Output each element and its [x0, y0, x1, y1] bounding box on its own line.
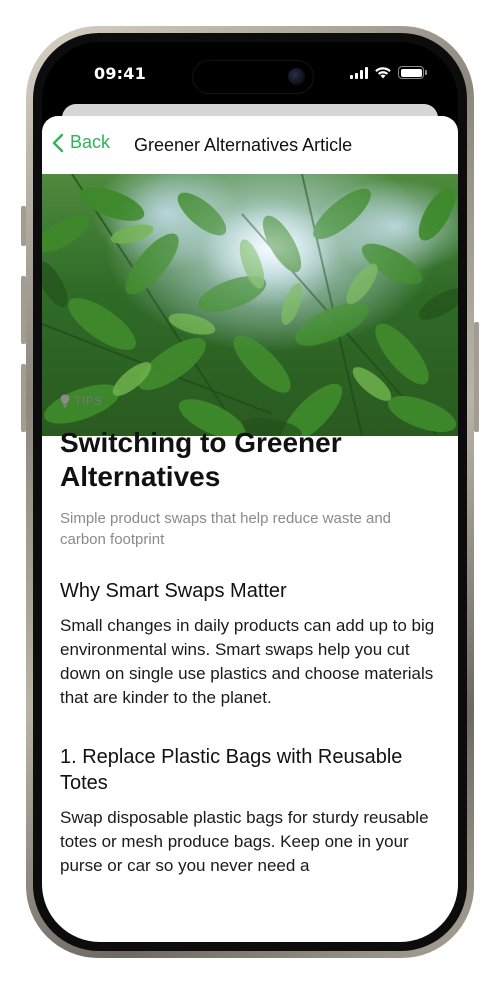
action-button	[21, 206, 26, 246]
navigation-bar: Back Greener Alternatives Article	[42, 116, 458, 174]
article-tag: TIPS	[60, 394, 440, 408]
article-title: Switching to Greener Alternatives	[60, 427, 342, 492]
nav-title: Greener Alternatives Article	[134, 135, 353, 155]
camera-icon	[288, 68, 305, 85]
section-body: Small changes in daily products can add …	[60, 616, 435, 707]
lightbulb-icon	[60, 394, 70, 408]
signal-icon	[350, 66, 368, 79]
chevron-left-icon	[52, 133, 64, 152]
article-subtitle: Simple product swaps that help reduce wa…	[60, 510, 392, 548]
status-time: 09:41	[94, 64, 146, 83]
volume-up-button	[21, 276, 26, 344]
screen: 09:41 Back Greener Alternatives Article …	[42, 42, 458, 942]
wifi-icon	[375, 67, 391, 79]
back-label: Back	[70, 132, 111, 152]
battery-icon	[398, 66, 427, 79]
section-body: Swap disposable plastic bags for sturdy …	[60, 808, 429, 875]
status-icons	[350, 66, 427, 79]
back-button[interactable]: Back	[52, 132, 110, 153]
volume-down-button	[21, 364, 26, 432]
tag-label: TIPS	[74, 394, 103, 408]
article-sheet: Back Greener Alternatives Article TIPS S…	[42, 116, 458, 942]
section-heading: Why Smart Swaps Matter	[60, 580, 287, 602]
power-button	[474, 322, 479, 432]
article-content: TIPS Switching to Greener Alternatives S…	[60, 394, 440, 878]
status-bar: 09:41	[42, 42, 458, 104]
section-heading: 1. Replace Plastic Bags with Reusable To…	[60, 746, 403, 794]
